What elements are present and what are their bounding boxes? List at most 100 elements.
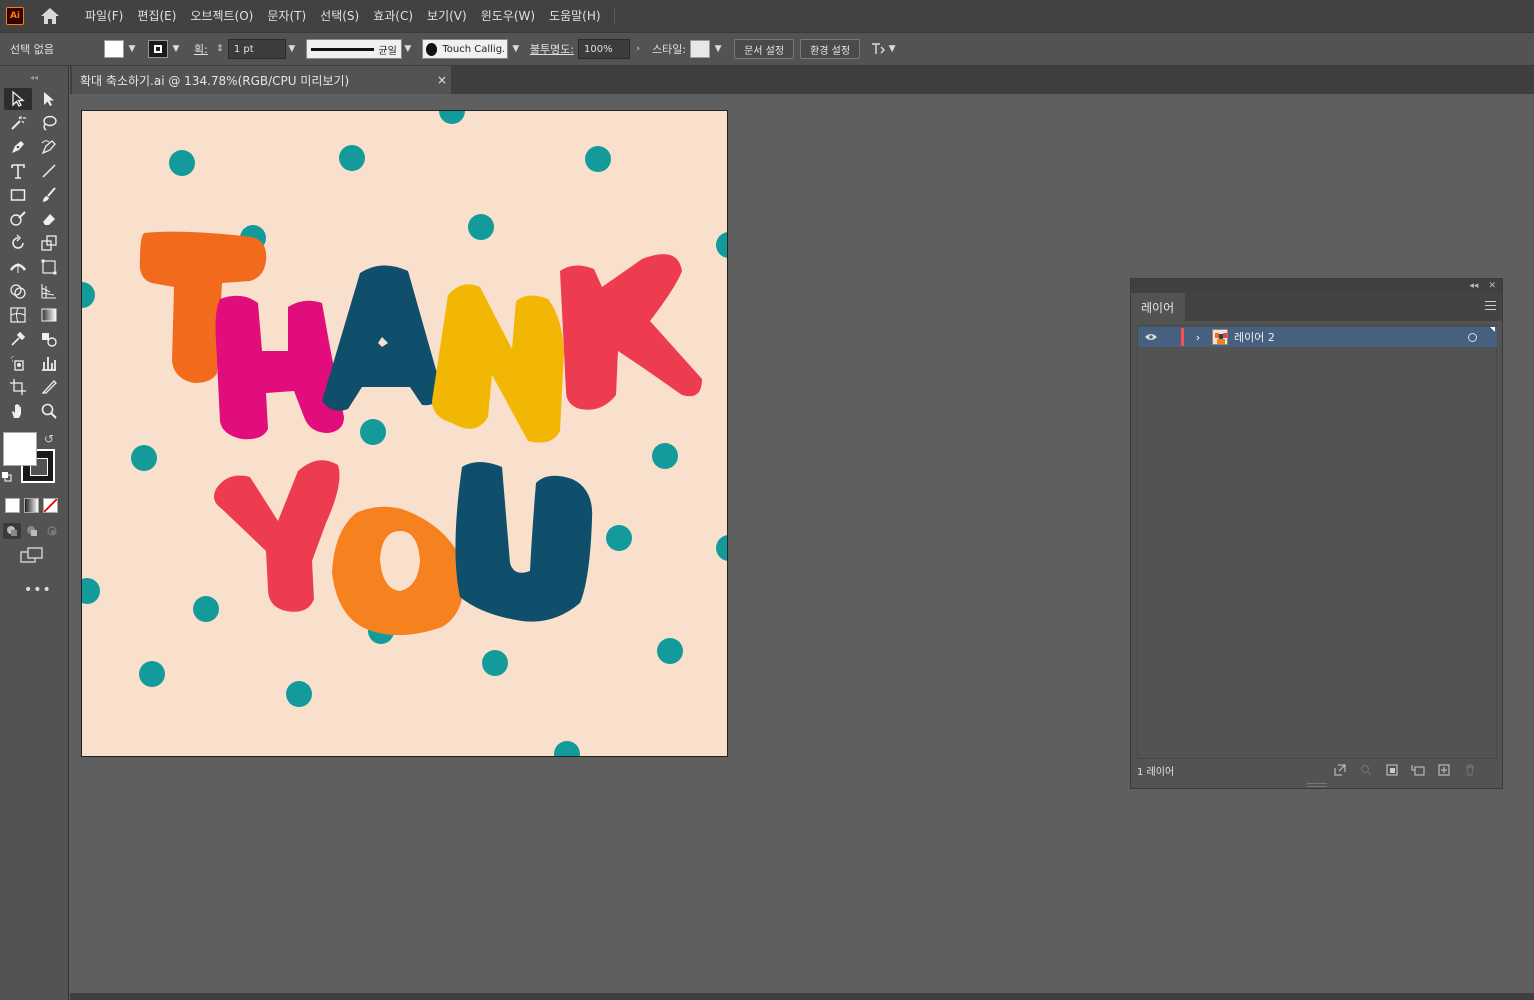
rotate-tool[interactable] (4, 232, 32, 254)
menu-object[interactable]: 오브젝트(O) (183, 0, 260, 32)
selection-tool[interactable] (4, 88, 32, 110)
default-colors-icon[interactable] (2, 472, 12, 482)
color-mode-icon[interactable] (5, 498, 20, 513)
eraser-tool[interactable] (35, 208, 63, 230)
curvature-tool[interactable] (35, 136, 63, 158)
panel-resize-grip[interactable] (1307, 783, 1327, 787)
fill-color-box[interactable] (3, 432, 37, 466)
opacity-field[interactable]: 100% (578, 39, 631, 59)
chevron-down-icon[interactable]: ▼ (510, 43, 522, 55)
menu-file[interactable]: 파일(F) (78, 0, 130, 32)
brush-definition[interactable]: Touch Callig... (421, 39, 508, 59)
panel-collapse-icon[interactable]: ◂◂ (1469, 281, 1478, 291)
fill-swatch[interactable] (104, 40, 124, 58)
mesh-tool[interactable] (4, 304, 32, 326)
clipping-mask-icon[interactable] (1384, 763, 1400, 777)
paintbrush-tool[interactable] (35, 184, 63, 206)
width-tool[interactable] (4, 256, 32, 278)
close-icon[interactable]: × (433, 73, 451, 87)
artboard[interactable] (81, 110, 728, 757)
arrange-documents-icon[interactable] (870, 41, 886, 57)
tab-layers[interactable]: 레이어 (1131, 293, 1185, 321)
layer-name[interactable]: 레이어 2 (1234, 329, 1468, 345)
gradient-tool[interactable] (35, 304, 63, 326)
document-setup-button[interactable]: 문서 설정 (734, 39, 795, 59)
panel-collapse-icon[interactable]: ◂◂ (0, 66, 68, 88)
new-layer-icon[interactable] (1436, 763, 1452, 777)
menu-select[interactable]: 선택(S) (313, 0, 366, 32)
chevron-down-icon[interactable]: ▼ (170, 43, 182, 55)
preferences-button[interactable]: 환경 설정 (800, 39, 861, 59)
eye-icon[interactable] (1141, 333, 1161, 341)
scale-tool[interactable] (35, 232, 63, 254)
chevron-down-icon[interactable]: ▼ (886, 43, 898, 55)
chevron-down-icon[interactable]: ▼ (286, 43, 298, 55)
lasso-tool[interactable] (35, 112, 63, 134)
menu-type[interactable]: 문자(T) (260, 0, 313, 32)
color-mode-buttons (0, 498, 68, 513)
letter-U (455, 462, 593, 622)
slice-tool[interactable] (35, 376, 63, 398)
blend-tool[interactable] (35, 328, 63, 350)
line-segment-tool[interactable] (35, 160, 63, 182)
new-sublayer-icon[interactable] (1410, 763, 1426, 777)
letter-O (332, 506, 464, 636)
symbol-sprayer-tool[interactable] (4, 352, 32, 374)
draw-inside-icon[interactable] (43, 523, 61, 539)
menu-window[interactable]: 윈도우(W) (474, 0, 542, 32)
menu-bar: Ai 파일(F) 편집(E) 오브젝트(O) 문자(T) 선택(S) 효과(C)… (0, 0, 1534, 32)
direct-selection-tool[interactable] (35, 88, 63, 110)
chevron-down-icon[interactable]: ▼ (402, 43, 414, 55)
status-bar (70, 993, 1534, 1000)
graphic-style-swatch[interactable] (690, 40, 711, 58)
zoom-tool[interactable] (35, 400, 63, 422)
type-tool[interactable] (4, 160, 32, 182)
thank-you-artwork (82, 111, 727, 756)
target-icon[interactable] (1468, 332, 1477, 342)
magic-wand-tool[interactable] (4, 112, 32, 134)
shape-builder-tool[interactable] (4, 280, 32, 302)
close-icon[interactable]: ✕ (1488, 281, 1496, 291)
rectangle-tool[interactable] (4, 184, 32, 206)
home-icon[interactable] (40, 7, 60, 25)
menu-edit[interactable]: 편집(E) (130, 0, 183, 32)
stroke-profile[interactable]: 균일 (305, 39, 402, 59)
gradient-mode-icon[interactable] (24, 498, 39, 513)
stroke-stepper-icon[interactable]: ⇕ (214, 43, 226, 55)
menu-effect[interactable]: 효과(C) (366, 0, 420, 32)
eyedropper-tool[interactable] (4, 328, 32, 350)
export-icon[interactable] (1332, 763, 1348, 777)
trash-icon[interactable] (1462, 763, 1478, 777)
perspective-grid-tool[interactable] (35, 280, 63, 302)
none-mode-icon[interactable] (43, 498, 58, 513)
layers-footer: 1 레이어 (1131, 760, 1502, 780)
chevron-down-icon[interactable]: ▼ (712, 43, 724, 55)
chevron-down-icon[interactable]: ▼ (126, 43, 138, 55)
screen-mode-icon[interactable] (20, 547, 44, 565)
hand-tool[interactable] (4, 400, 32, 422)
menu-view[interactable]: 보기(V) (420, 0, 474, 32)
layer-row[interactable]: › 레이어 2 (1138, 327, 1497, 347)
draw-behind-icon[interactable] (23, 523, 41, 539)
draw-normal-icon[interactable] (3, 523, 21, 539)
panel-title-bar: ◂◂ ✕ (1131, 279, 1502, 293)
document-tab[interactable]: 확대 축소하기.ai @ 134.78%(RGB/CPU 미리보기) × (72, 66, 451, 94)
chevron-right-icon[interactable]: › (632, 43, 644, 55)
chevron-right-icon[interactable]: › (1190, 331, 1206, 344)
menu-help[interactable]: 도움말(H) (542, 0, 608, 32)
artboard-tool[interactable] (4, 376, 32, 398)
document-tab-title: 확대 축소하기.ai @ 134.78%(RGB/CPU 미리보기) (80, 73, 350, 88)
panel-menu-icon[interactable] (1485, 301, 1496, 313)
pen-tool[interactable] (4, 136, 32, 158)
stroke-swatch[interactable] (148, 40, 168, 58)
edit-toolbar-icon[interactable]: ••• (24, 582, 68, 598)
stroke-weight-field[interactable]: 1 pt (227, 39, 286, 59)
swap-fill-stroke-icon[interactable]: ↺ (44, 432, 54, 446)
column-graph-tool[interactable] (35, 352, 63, 374)
free-transform-tool[interactable] (35, 256, 63, 278)
search-icon[interactable] (1358, 763, 1374, 777)
brush-name: Touch Callig... (442, 43, 503, 55)
decorative-dots (82, 111, 727, 756)
layer-thumbnail (1212, 329, 1228, 345)
shaper-tool[interactable] (4, 208, 32, 230)
